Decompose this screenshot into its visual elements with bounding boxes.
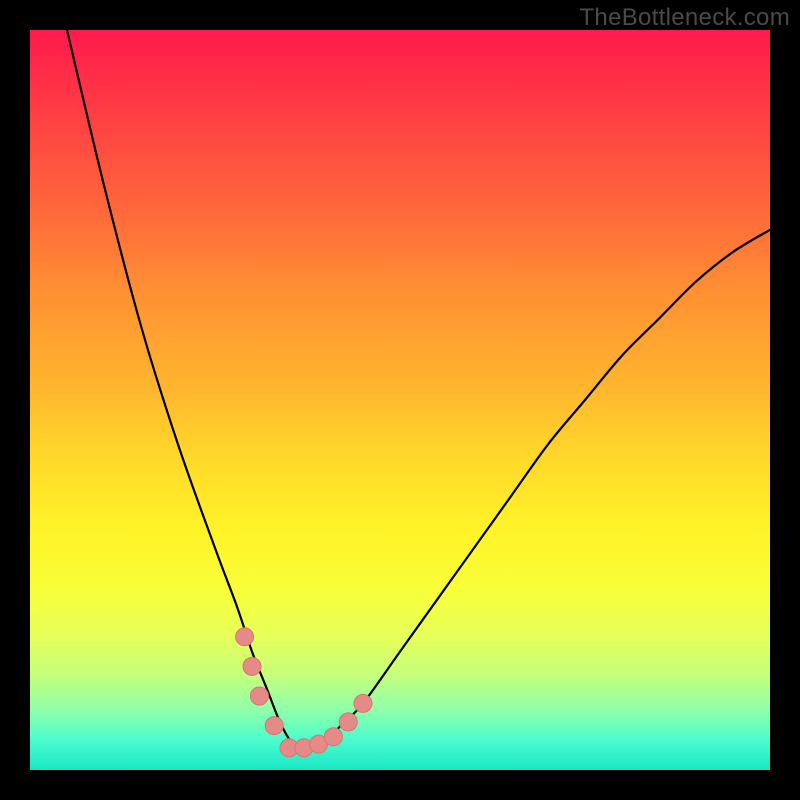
watermark-text: TheBottleneck.com — [579, 4, 790, 32]
curve-line — [67, 30, 770, 750]
data-marker — [265, 717, 283, 735]
plot-area — [30, 30, 770, 770]
data-marker — [339, 713, 357, 731]
data-marker — [243, 657, 261, 675]
chart-frame: TheBottleneck.com — [0, 0, 800, 800]
data-marker — [236, 628, 254, 646]
data-marker — [250, 687, 268, 705]
curve-layer — [30, 30, 770, 770]
bottleneck-curve — [67, 30, 770, 750]
trough-markers — [236, 628, 372, 757]
data-marker — [354, 694, 372, 712]
data-marker — [324, 728, 342, 746]
